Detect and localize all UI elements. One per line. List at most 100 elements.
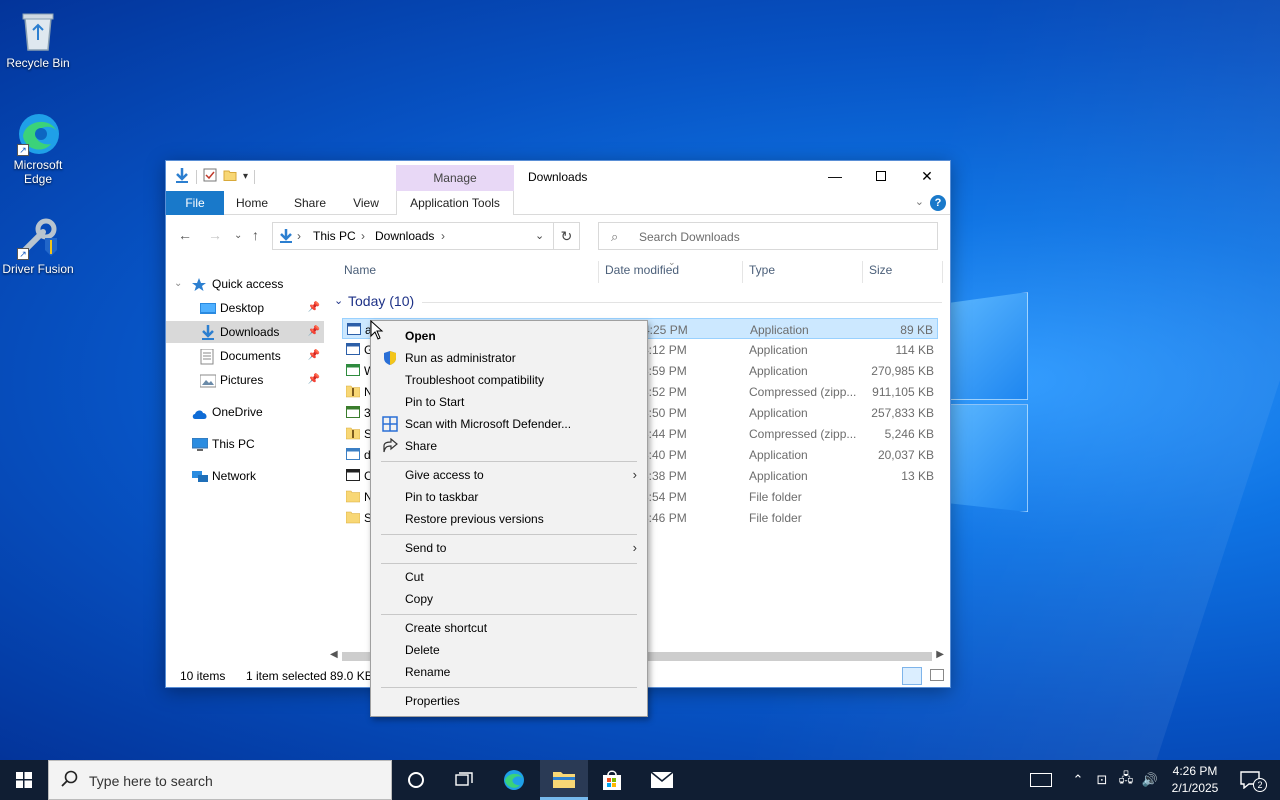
breadcrumb-this-pc[interactable]: This PC [313,229,356,243]
nav-pictures[interactable]: Pictures 📌 [166,369,324,391]
menu-label: Pin to Start [405,395,465,409]
network-status-button[interactable]: 🖧 [1114,760,1138,800]
downloads-folder-icon [174,167,190,186]
group-header-today[interactable]: ⌄ Today (10) [334,293,946,313]
nav-documents[interactable]: Documents 📌 [166,345,324,367]
nav-label: Documents [220,349,281,363]
nav-label: Pictures [220,373,264,387]
task-view-button[interactable] [440,760,488,800]
menu-label: Delete [405,643,440,657]
menu-item-pin-to-start[interactable]: Pin to Start [373,391,645,413]
close-button[interactable]: ✕ [904,161,950,191]
minimize-button[interactable]: — [812,161,858,191]
taskbar-search-box[interactable]: Type here to search [48,760,392,800]
close-icon: ✕ [921,167,933,184]
details-view-icon[interactable] [902,667,922,685]
desktop-icon-recycle-bin[interactable]: Recycle Bin [1,8,75,70]
menu-item-rename[interactable]: Rename [373,661,645,683]
taskbar-mail[interactable] [638,760,686,800]
submenu-arrow-icon: › [632,467,637,482]
menu-item-scan-defender[interactable]: Scan with Microsoft Defender... [373,413,645,435]
cortana-button[interactable] [392,760,440,800]
scroll-right-icon[interactable]: ▶ [936,649,944,660]
taskbar-search-input[interactable]: Type here to search [89,773,213,789]
network-icon [192,469,208,483]
desktop-icon-edge[interactable]: ↗ Microsoft Edge [1,110,75,186]
collapse-icon[interactable]: ⌄ [174,273,182,295]
tab-file[interactable]: File [166,191,224,215]
column-header-date[interactable]: Date modified [605,263,679,277]
pin-icon[interactable]: 📌 [308,297,320,319]
menu-label: Properties [405,694,460,708]
up-icon[interactable]: ↑ [252,227,259,243]
file-date: 3:40 PM [642,448,687,462]
column-header-name[interactable]: Name [344,263,376,277]
menu-item-create-shortcut[interactable]: Create shortcut [373,617,645,639]
title-bar: ▾ Manage Downloads — ✕ [166,161,950,191]
menu-item-delete[interactable]: Delete [373,639,645,661]
menu-item-send-to[interactable]: Send to › [373,537,645,559]
menu-item-give-access-to[interactable]: Give access to › [373,464,645,486]
group-collapse-icon[interactable]: ⌄ [334,294,343,307]
pin-icon[interactable]: 📌 [308,321,320,343]
pin-icon[interactable]: 📌 [308,345,320,367]
action-center-button[interactable]: 2 [1230,760,1270,800]
pin-icon[interactable]: 📌 [308,369,320,391]
recent-locations-icon[interactable]: ⌄ [234,230,242,241]
menu-item-pin-to-taskbar[interactable]: Pin to taskbar [373,486,645,508]
menu-item-copy[interactable]: Copy [373,588,645,610]
menu-item-troubleshoot-compatibility[interactable]: Troubleshoot compatibility [373,369,645,391]
back-icon[interactable]: ← [178,227,192,243]
file-date: 4:12 PM [642,343,687,357]
search-box[interactable]: ⌕ Search Downloads [598,222,938,250]
menu-item-open[interactable]: Open [373,325,645,347]
nav-quick-access[interactable]: ⌄ Quick access [166,273,324,295]
column-header-size[interactable]: Size [869,263,892,277]
nav-desktop[interactable]: Desktop 📌 [166,297,324,319]
desktop-icon-driver-fusion[interactable]: ↗ Driver Fusion [1,214,75,276]
address-dropdown-icon[interactable]: ⌄ [535,229,544,242]
breadcrumb-downloads[interactable]: Downloads [375,229,434,243]
file-icon [346,405,360,419]
new-folder-icon[interactable] [223,168,237,185]
help-icon[interactable]: ? [930,195,946,211]
customize-qat-icon[interactable]: ▾ [243,171,248,182]
file-size: 270,985 KB [871,364,934,378]
search-input[interactable]: Search Downloads [639,230,740,244]
maximize-button[interactable] [858,161,904,191]
show-hidden-icons-button[interactable]: ⌃ [1066,760,1090,800]
taskbar-file-explorer[interactable] [540,760,588,800]
menu-item-properties[interactable]: Properties [373,690,645,712]
address-bar[interactable]: › This PC › Downloads › ⌄ [272,222,554,250]
forward-icon[interactable]: → [208,227,222,243]
tab-home[interactable]: Home [228,191,276,215]
menu-item-run-as-administrator[interactable]: Run as administrator [373,347,645,369]
desktop-icon-label: Driver Fusion [2,262,74,276]
tab-view[interactable]: View [342,191,390,215]
meet-now-button[interactable]: ⊡ [1090,760,1114,800]
nav-onedrive[interactable]: OneDrive [166,401,324,423]
menu-item-cut[interactable]: Cut [373,566,645,588]
scroll-left-icon[interactable]: ◀ [330,649,338,660]
clock-date[interactable]: 2/1/2025 [1166,781,1224,795]
expand-ribbon-icon[interactable]: ⌄ [915,195,924,208]
refresh-button[interactable]: ↻ [554,222,580,250]
nav-network[interactable]: Network [166,465,324,487]
nav-this-pc[interactable]: This PC [166,433,324,455]
volume-button[interactable]: 🔊 [1138,760,1162,800]
tab-application-tools[interactable]: Application Tools [396,191,514,215]
clock-time[interactable]: 4:26 PM [1166,764,1224,778]
file-icon [346,447,360,461]
properties-icon[interactable] [203,168,217,185]
taskbar-edge[interactable] [490,760,538,800]
tab-share[interactable]: Share [286,191,334,215]
keyboard-button[interactable] [1018,760,1064,800]
nav-downloads[interactable]: Downloads 📌 [166,321,324,343]
tab-manage[interactable]: Manage [396,165,514,191]
taskbar-store[interactable] [588,760,636,800]
large-icons-view-icon[interactable] [930,669,944,681]
start-button[interactable] [0,760,48,800]
menu-item-share[interactable]: Share [373,435,645,457]
menu-item-restore-previous-versions[interactable]: Restore previous versions [373,508,645,530]
column-header-type[interactable]: Type [749,263,775,277]
